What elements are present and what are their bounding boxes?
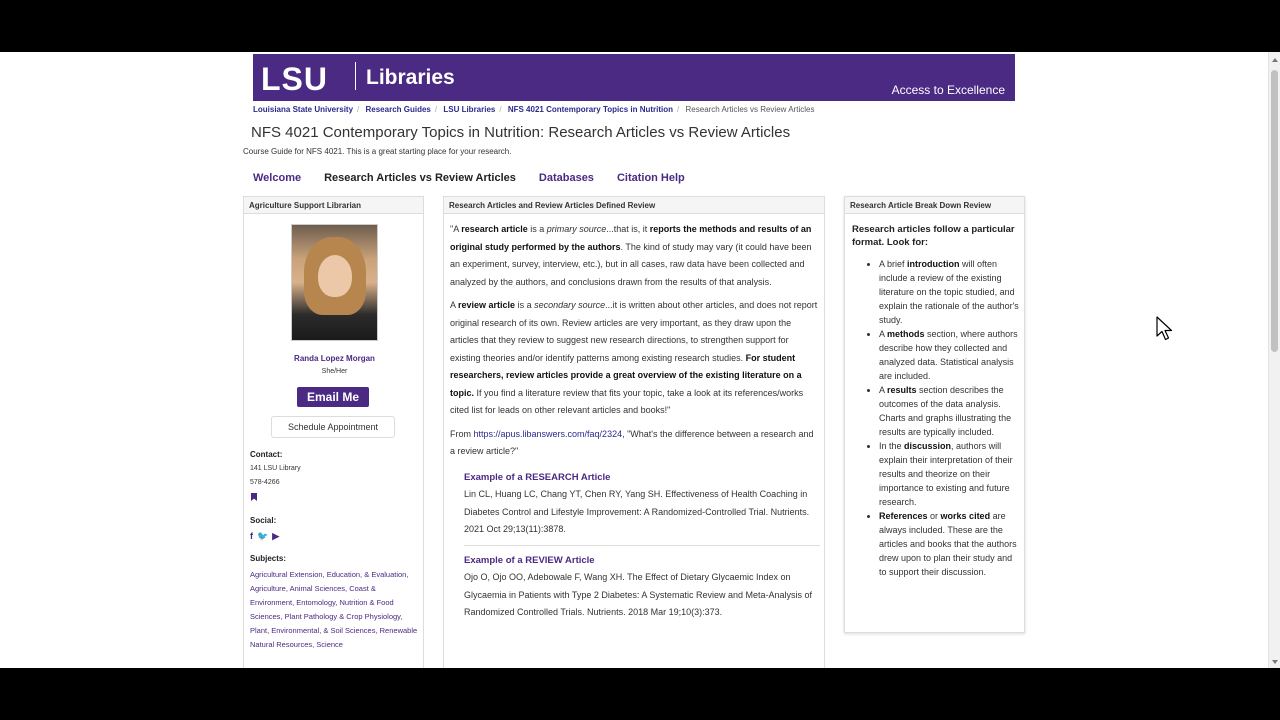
term-research-article: research article [461, 224, 528, 234]
research-example-citation: Lin CL, Huang LC, Chang YT, Chen RY, Yan… [464, 489, 810, 534]
breakdown-intro: Research articles follow a particular fo… [852, 224, 1015, 248]
social-icons: f 🐦 ▶ [250, 531, 279, 542]
tab-citation-help[interactable]: Citation Help [617, 172, 685, 184]
breakdown-list: A brief introduction will often include … [852, 257, 1022, 579]
research-article-definition: "A research article is a primary source.… [450, 221, 820, 291]
lsu-logo[interactable]: LSU [261, 61, 328, 98]
text-span: "A [450, 224, 462, 234]
text-span: is a [527, 224, 547, 234]
breadcrumb-separator: / [434, 105, 438, 114]
mouse-cursor-icon [1156, 316, 1173, 341]
definitions-panel-header: Research Articles and Review Articles De… [444, 197, 824, 214]
definitions-panel: Research Articles and Review Articles De… [443, 196, 825, 668]
subjects-label: Subjects: [250, 554, 287, 563]
page-scrollbar[interactable] [1268, 52, 1280, 668]
research-example-title[interactable]: Example of a RESEARCH Article [464, 469, 820, 487]
review-article-definition: A review article is a secondary source..… [450, 297, 820, 420]
page-title: NFS 4021 Contemporary Topics in Nutritio… [251, 124, 791, 141]
librarian-panel-header: Agriculture Support Librarian [244, 197, 423, 214]
breakdown-panel: Research Article Break Down Review Resea… [844, 196, 1025, 633]
term-primary-source: primary source [546, 224, 607, 234]
text-span: If you find a literature review that fit… [450, 387, 804, 416]
term-introduction: introduction [907, 259, 960, 269]
twitter-icon[interactable]: 🐦 [257, 531, 268, 542]
text-span: or [927, 511, 941, 521]
text-span: is a [515, 300, 535, 310]
source-attribution: From https://apus.libanswers.com/faq/232… [450, 426, 820, 461]
guide-tabs: Welcome Research Articles vs Review Arti… [253, 172, 708, 184]
list-item: References or works cited are always inc… [879, 509, 1022, 579]
text-span: A [879, 385, 888, 395]
breadcrumb-research-guides[interactable]: Research Guides [366, 105, 431, 114]
scroll-down-icon[interactable] [1272, 660, 1278, 664]
text-span: A [879, 329, 888, 339]
youtube-icon[interactable]: ▶ [272, 531, 279, 542]
review-example-citation: Ojo O, Ojo OO, Adebowale F, Wang XH. The… [464, 572, 812, 617]
facebook-icon[interactable]: f [250, 531, 253, 542]
librarian-photo [291, 224, 378, 341]
text-span: ...that is, it [606, 224, 650, 234]
contact-phone: 578-4266 [250, 479, 280, 486]
librarian-name[interactable]: Randa Lopez Morgan [244, 354, 425, 363]
banner-tagline: Access to Excellence [891, 83, 1005, 97]
lsu-libraries-banner[interactable]: LSU Libraries Access to Excellence [253, 54, 1015, 101]
list-item: A brief introduction will often include … [879, 257, 1022, 327]
list-item: A results section describes the outcomes… [879, 383, 1022, 439]
term-secondary-source: secondary source [534, 300, 606, 310]
term-discussion: discussion [904, 441, 952, 451]
librarian-panel: Agriculture Support Librarian Randa Lope… [243, 196, 424, 668]
breadcrumb: Louisiana State University / Research Gui… [253, 105, 814, 114]
research-example: Example of a RESEARCH Article Lin CL, Hu… [450, 469, 820, 539]
breakdown-panel-header: Research Article Break Down Review [845, 197, 1024, 214]
scroll-up-icon[interactable] [1272, 58, 1278, 62]
librarian-pronouns: She/Her [321, 368, 348, 375]
photo-face [318, 255, 352, 297]
term-review-article: review article [458, 300, 516, 310]
breadcrumb-separator: / [357, 105, 360, 114]
subjects-links[interactable]: Agricultural Extension, Education, & Eva… [250, 568, 420, 652]
text-span: A [450, 300, 459, 310]
breadcrumb-current: Research Articles vs Review Articles [685, 105, 815, 114]
text-span: A brief [879, 259, 908, 269]
tab-databases[interactable]: Databases [539, 172, 594, 184]
list-item: A methods section, where authors describ… [879, 327, 1022, 383]
definitions-content: "A research article is a primary source.… [450, 221, 820, 622]
browser-viewport: LSU Libraries Access to Excellence Louis… [0, 52, 1280, 668]
schedule-appointment-button[interactable]: Schedule Appointment [271, 416, 395, 438]
term-results: results [887, 385, 917, 395]
divider [464, 544, 820, 546]
scrollbar-thumb[interactable] [1271, 70, 1278, 352]
term-methods: methods [887, 329, 925, 339]
source-link[interactable]: https://apus.libanswers.com/faq/2324 [474, 429, 623, 439]
libraries-wordmark[interactable]: Libraries [366, 66, 455, 90]
page-description: Course Guide for NFS 4021. This is a gre… [243, 147, 512, 156]
breadcrumb-separator: / [499, 105, 502, 114]
contact-address: 141 LSU Library [250, 465, 301, 472]
text-span: In the [879, 441, 905, 451]
email-me-button[interactable]: Email Me [297, 387, 369, 407]
term-works-cited: works cited [940, 511, 991, 521]
review-example: Example of a REVIEW Article Ojo O, Ojo O… [450, 552, 820, 622]
breadcrumb-nfs-guide[interactable]: NFS 4021 Contemporary Topics in Nutritio… [508, 105, 673, 114]
breadcrumb-separator: / [677, 105, 680, 114]
review-example-title[interactable]: Example of a REVIEW Article [464, 552, 820, 570]
breakdown-content: Research articles follow a particular fo… [852, 223, 1022, 579]
tab-welcome[interactable]: Welcome [253, 172, 301, 184]
bookmark-icon[interactable] [251, 493, 257, 501]
breadcrumb-lsu-libraries[interactable]: LSU Libraries [443, 105, 495, 114]
tab-research-vs-review[interactable]: Research Articles vs Review Articles [324, 172, 516, 184]
list-item: In the discussion, authors will explain … [879, 439, 1022, 509]
term-references: References [879, 511, 928, 521]
breadcrumb-lsu[interactable]: Louisiana State University [253, 105, 353, 114]
social-label: Social: [250, 516, 277, 525]
contact-label: Contact: [250, 450, 283, 459]
text-span: From [450, 428, 474, 439]
banner-divider [355, 62, 356, 90]
